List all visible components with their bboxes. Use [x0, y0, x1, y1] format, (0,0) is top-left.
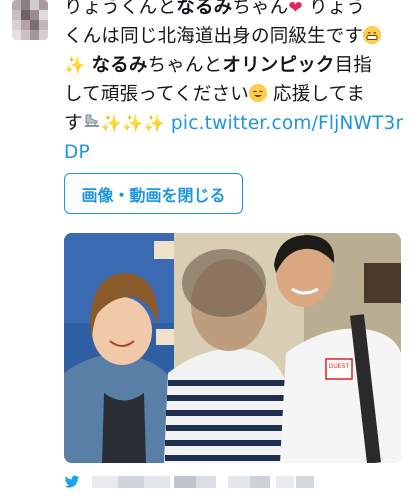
- author-name-redacted: [228, 476, 250, 488]
- tweet-text-segment: りょう: [302, 0, 366, 18]
- tweet-text-segment: りょうくんと: [64, 0, 177, 18]
- author-name-redacted: [196, 476, 216, 488]
- heart-emoji-icon: ❤: [288, 0, 303, 18]
- author-name-redacted: [118, 476, 144, 488]
- tweet-text-segment: 目指: [334, 55, 372, 76]
- tweet-footer: [64, 474, 364, 494]
- tweet-text-bold-name: なるみ: [176, 0, 233, 18]
- tweet-text-segment: して頑張ってください: [64, 84, 249, 105]
- author-name-redacted: [296, 476, 314, 488]
- twitter-bird-icon[interactable]: [64, 474, 80, 490]
- sparkles-emoji-icon: ✨: [143, 114, 165, 134]
- tweet-text-bold-olympic: オリンピック: [222, 55, 335, 76]
- author-name-redacted: [276, 476, 294, 488]
- tweet-text-segment: くんは同じ北海道出身の同級生です: [64, 26, 364, 47]
- author-name-redacted: [174, 476, 196, 488]
- tweet-text-segment: す: [64, 113, 83, 134]
- sparkles-emoji-icon: ✨: [100, 114, 123, 134]
- smiling-face-emoji-icon: [248, 84, 267, 102]
- tweet-media-link[interactable]: pic.twitter.com/FljNWT3r: [171, 113, 403, 134]
- sparkles-emoji-icon: ✨: [64, 56, 86, 76]
- sparkles-emoji-icon: ✨: [122, 114, 144, 134]
- tweet-text-segment: ちゃん: [232, 0, 289, 18]
- grinning-face-emoji-icon: [363, 26, 382, 44]
- ice-skate-emoji-icon: [83, 113, 101, 132]
- tweet-text-segment: ちゃんと: [147, 55, 223, 76]
- author-name-redacted: [92, 476, 118, 488]
- avatar[interactable]: [12, 0, 48, 40]
- tweet-text: りょうくんとなるみちゃん❤ りょう くんは同じ北海道出身の同級生です ✨ なるみ…: [64, 0, 406, 167]
- tweet-photo[interactable]: GUEST: [64, 233, 401, 463]
- collapse-media-button[interactable]: 画像・動画を閉じる: [64, 173, 243, 214]
- author-name-redacted: [144, 476, 170, 488]
- guest-badge-label: GUEST: [329, 364, 350, 370]
- tweet-media-link-continued[interactable]: DP: [64, 142, 90, 163]
- photo-illustration: GUEST: [64, 233, 401, 463]
- tweet-text-bold-name: なるみ: [91, 55, 148, 76]
- tweet-text-segment: 応援してま: [266, 84, 366, 105]
- author-name-redacted: [250, 476, 270, 488]
